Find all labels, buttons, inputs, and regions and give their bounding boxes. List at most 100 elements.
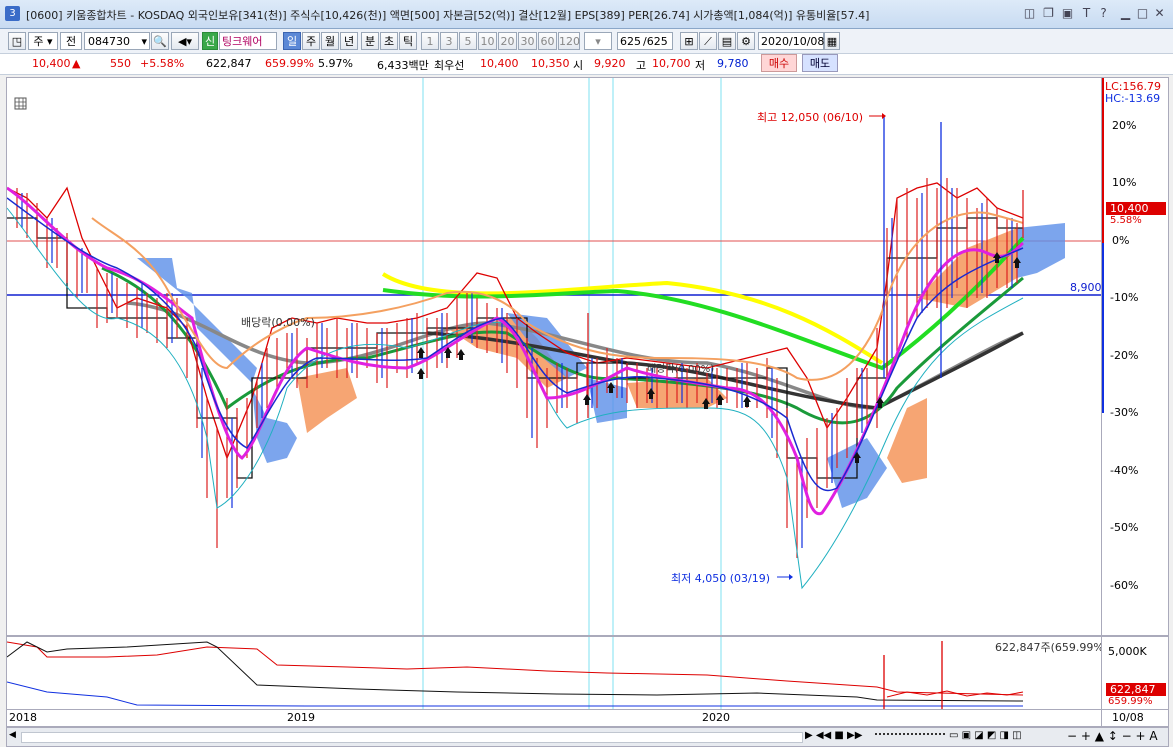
y-tick: -20%	[1110, 349, 1139, 362]
volume-line-red	[7, 641, 1024, 696]
price-chart-canvas	[7, 78, 1101, 635]
interval-3[interactable]: 3	[440, 32, 458, 50]
buy-button[interactable]: 매수	[761, 54, 797, 72]
layout-icon[interactable]: ◫	[1022, 6, 1037, 21]
sell-button[interactable]: 매도	[802, 54, 838, 72]
best-bid: 10,350	[531, 57, 570, 70]
quote-bar: 10,400 ▲ 550 +5.58% 622,847 659.99% 5.97…	[0, 54, 1173, 75]
zoom-icon[interactable]: ⊞	[680, 32, 698, 50]
volume-axis-label: 5,000K	[1108, 645, 1147, 658]
toolbar: ◳ 주 ▾ 전 084730 ▾ 🔍 ◀▾ 신 팅크웨어 일 주 월 년 분 초 …	[0, 29, 1173, 54]
view-toggle-icons[interactable]: ▭ ▣ ◪ ◩ ◨ ◫	[949, 730, 1022, 741]
settings-icon[interactable]: ⚙	[737, 32, 755, 50]
tab-weekly[interactable]: 주	[302, 32, 320, 50]
current-pct-tag: 5.58%	[1110, 215, 1142, 226]
ma-yellow-line	[381, 272, 884, 365]
title-bar: 3 [0600] 키움종합차트 - KOSDAQ 외국인보유[341(천)] 주…	[0, 0, 1173, 29]
save-icon[interactable]: ▤	[718, 32, 736, 50]
y-tick: 10%	[1112, 176, 1137, 189]
stock-name-field[interactable]: 팅크웨어	[219, 32, 277, 50]
scroll-left-icon[interactable]: ◀	[9, 730, 19, 742]
chart-scrollbar[interactable]: ◀ ▶ ◀◀ ■ ▶▶ ▭ ▣ ◪ ◩ ◨ ◫ − + ▲ ↕ − + A	[6, 727, 1169, 747]
interval-20[interactable]: 20	[498, 32, 517, 50]
zoom-buttons[interactable]: − + ▲ ↕ − + A	[1067, 729, 1158, 743]
chevron-down-icon[interactable]: ▾	[141, 33, 147, 51]
tab-second[interactable]: 초	[380, 32, 398, 50]
price-axis[interactable]: LC:156.79 HC:-13.69 20% 10% 10,400 5.58%…	[1101, 77, 1169, 636]
tab-yearly[interactable]: 년	[340, 32, 358, 50]
volume-label: 622,847주(659.99%)	[995, 641, 1109, 654]
x-label: 2018	[9, 711, 37, 724]
y-tick: -50%	[1110, 521, 1139, 534]
volume-tag: 622,847	[1106, 683, 1166, 696]
pin-icon[interactable]: T	[1079, 6, 1094, 21]
interval-30[interactable]: 30	[518, 32, 537, 50]
interval-60[interactable]: 60	[538, 32, 557, 50]
search-icon[interactable]: 🔍	[151, 32, 169, 50]
candles	[16, 178, 1018, 558]
market-select[interactable]: 전	[60, 32, 82, 50]
tab-daily[interactable]: 일	[283, 32, 301, 50]
price-chart[interactable]: 최고 12,050 (06/10) 최저 4,050 (03/19) 배당락(0…	[6, 77, 1102, 636]
volume-ratio: 659.99%	[265, 57, 314, 70]
current-price: 10,400	[32, 57, 71, 70]
high-label: 고	[636, 59, 647, 72]
volume-axis[interactable]: 5,000K 622,847 659.99%	[1101, 636, 1169, 710]
interval-10[interactable]: 10	[478, 32, 497, 50]
price-change: 550	[110, 57, 131, 70]
draw-line-icon[interactable]: ⟋	[699, 32, 717, 50]
sound-icon[interactable]: ◀▾	[171, 32, 199, 50]
x-label: 2019	[287, 711, 315, 724]
stock-code-value: 084730	[88, 35, 130, 48]
low-annotation: 최저 4,050 (03/19)	[671, 572, 771, 585]
help-icon[interactable]: ?	[1096, 6, 1111, 21]
copy-window-icon[interactable]: ❐	[1041, 6, 1056, 21]
x-last-label: 10/08	[1112, 711, 1144, 724]
y-tick: -40%	[1110, 464, 1139, 477]
cloud-blue	[1017, 223, 1065, 278]
volume-value: 622,847	[206, 57, 252, 70]
interval-1[interactable]: 1	[421, 32, 439, 50]
window-number-badge: 3	[5, 6, 20, 21]
volume-chart[interactable]: 622,847주(659.99%)	[6, 636, 1108, 710]
turnover-rate: 5.97%	[318, 57, 353, 70]
tab-minute[interactable]: 분	[361, 32, 379, 50]
cloud-orange	[887, 398, 927, 483]
time-axis-right: 10/08	[1101, 709, 1169, 727]
volume-line-blue	[7, 681, 1023, 707]
y-tick: 20%	[1112, 119, 1137, 132]
interval-custom-select[interactable]: ▾	[584, 32, 612, 50]
low-annotation-arrowhead	[789, 574, 793, 580]
dividend-label: 배당락(0.00%)	[647, 364, 715, 375]
interval-120[interactable]: 120	[558, 32, 580, 50]
page-count-input[interactable]: 625	[617, 32, 643, 50]
chart-menu-icon[interactable]: ◳	[8, 32, 26, 50]
chart-grid-icon-lines	[15, 98, 26, 109]
axis-blue-bar	[1102, 243, 1104, 413]
maximize-icon[interactable]: □	[1135, 6, 1150, 21]
zoom-slider[interactable]	[875, 733, 945, 742]
page-total: /625	[643, 32, 673, 50]
price-change-pct: +5.58%	[140, 57, 185, 70]
date-input[interactable]: 2020/10/08	[758, 32, 824, 50]
y-tick: -60%	[1110, 579, 1139, 592]
chart-grid-icon[interactable]	[14, 97, 27, 110]
best-ask: 10,400	[480, 57, 519, 70]
volume-tail	[886, 690, 1024, 698]
minimize-icon[interactable]: ▁	[1118, 6, 1133, 21]
playback-controls[interactable]: ▶ ◀◀ ■ ▶▶	[805, 730, 862, 741]
y-tick: -30%	[1110, 406, 1139, 419]
tab-tick[interactable]: 틱	[399, 32, 417, 50]
scroll-track[interactable]	[21, 732, 803, 743]
low-price: 9,780	[717, 57, 749, 70]
credit-badge: 신	[202, 32, 218, 50]
period-select[interactable]: 주 ▾	[28, 32, 58, 50]
close-icon[interactable]: ✕	[1152, 6, 1167, 21]
restore-icon[interactable]: ▣	[1060, 6, 1075, 21]
dividend-label: 배당락(0.00%)	[241, 316, 315, 329]
tab-monthly[interactable]: 월	[321, 32, 339, 50]
calendar-icon[interactable]: ▦	[824, 32, 840, 50]
stock-code-input[interactable]: 084730 ▾	[84, 32, 150, 50]
interval-5[interactable]: 5	[459, 32, 477, 50]
volume-pct-tag: 659.99%	[1108, 696, 1153, 707]
